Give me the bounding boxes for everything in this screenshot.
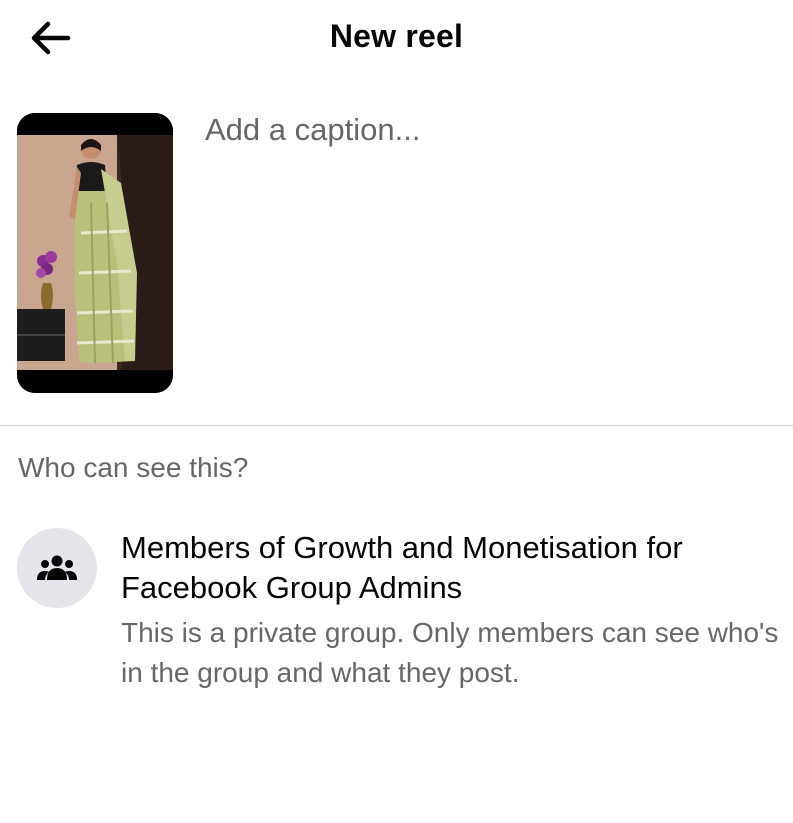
divider	[0, 425, 793, 426]
reel-thumbnail-image	[17, 113, 173, 393]
audience-section-label: Who can see this?	[18, 452, 249, 483]
audience-title: Members of Growth and Monetisation for F…	[121, 530, 683, 605]
group-people-icon	[17, 528, 97, 608]
audience-description: This is a private group. Only members ca…	[121, 617, 779, 688]
header: New reel	[0, 0, 793, 76]
audience-option-group-members[interactable]: Members of Growth and Monetisation for F…	[0, 520, 793, 700]
page-title: New reel	[329, 18, 464, 54]
caption-input[interactable]	[205, 108, 775, 368]
new-reel-screen: New reel Add a caption... Who can see th…	[0, 0, 793, 823]
reel-thumbnail[interactable]	[17, 113, 173, 393]
